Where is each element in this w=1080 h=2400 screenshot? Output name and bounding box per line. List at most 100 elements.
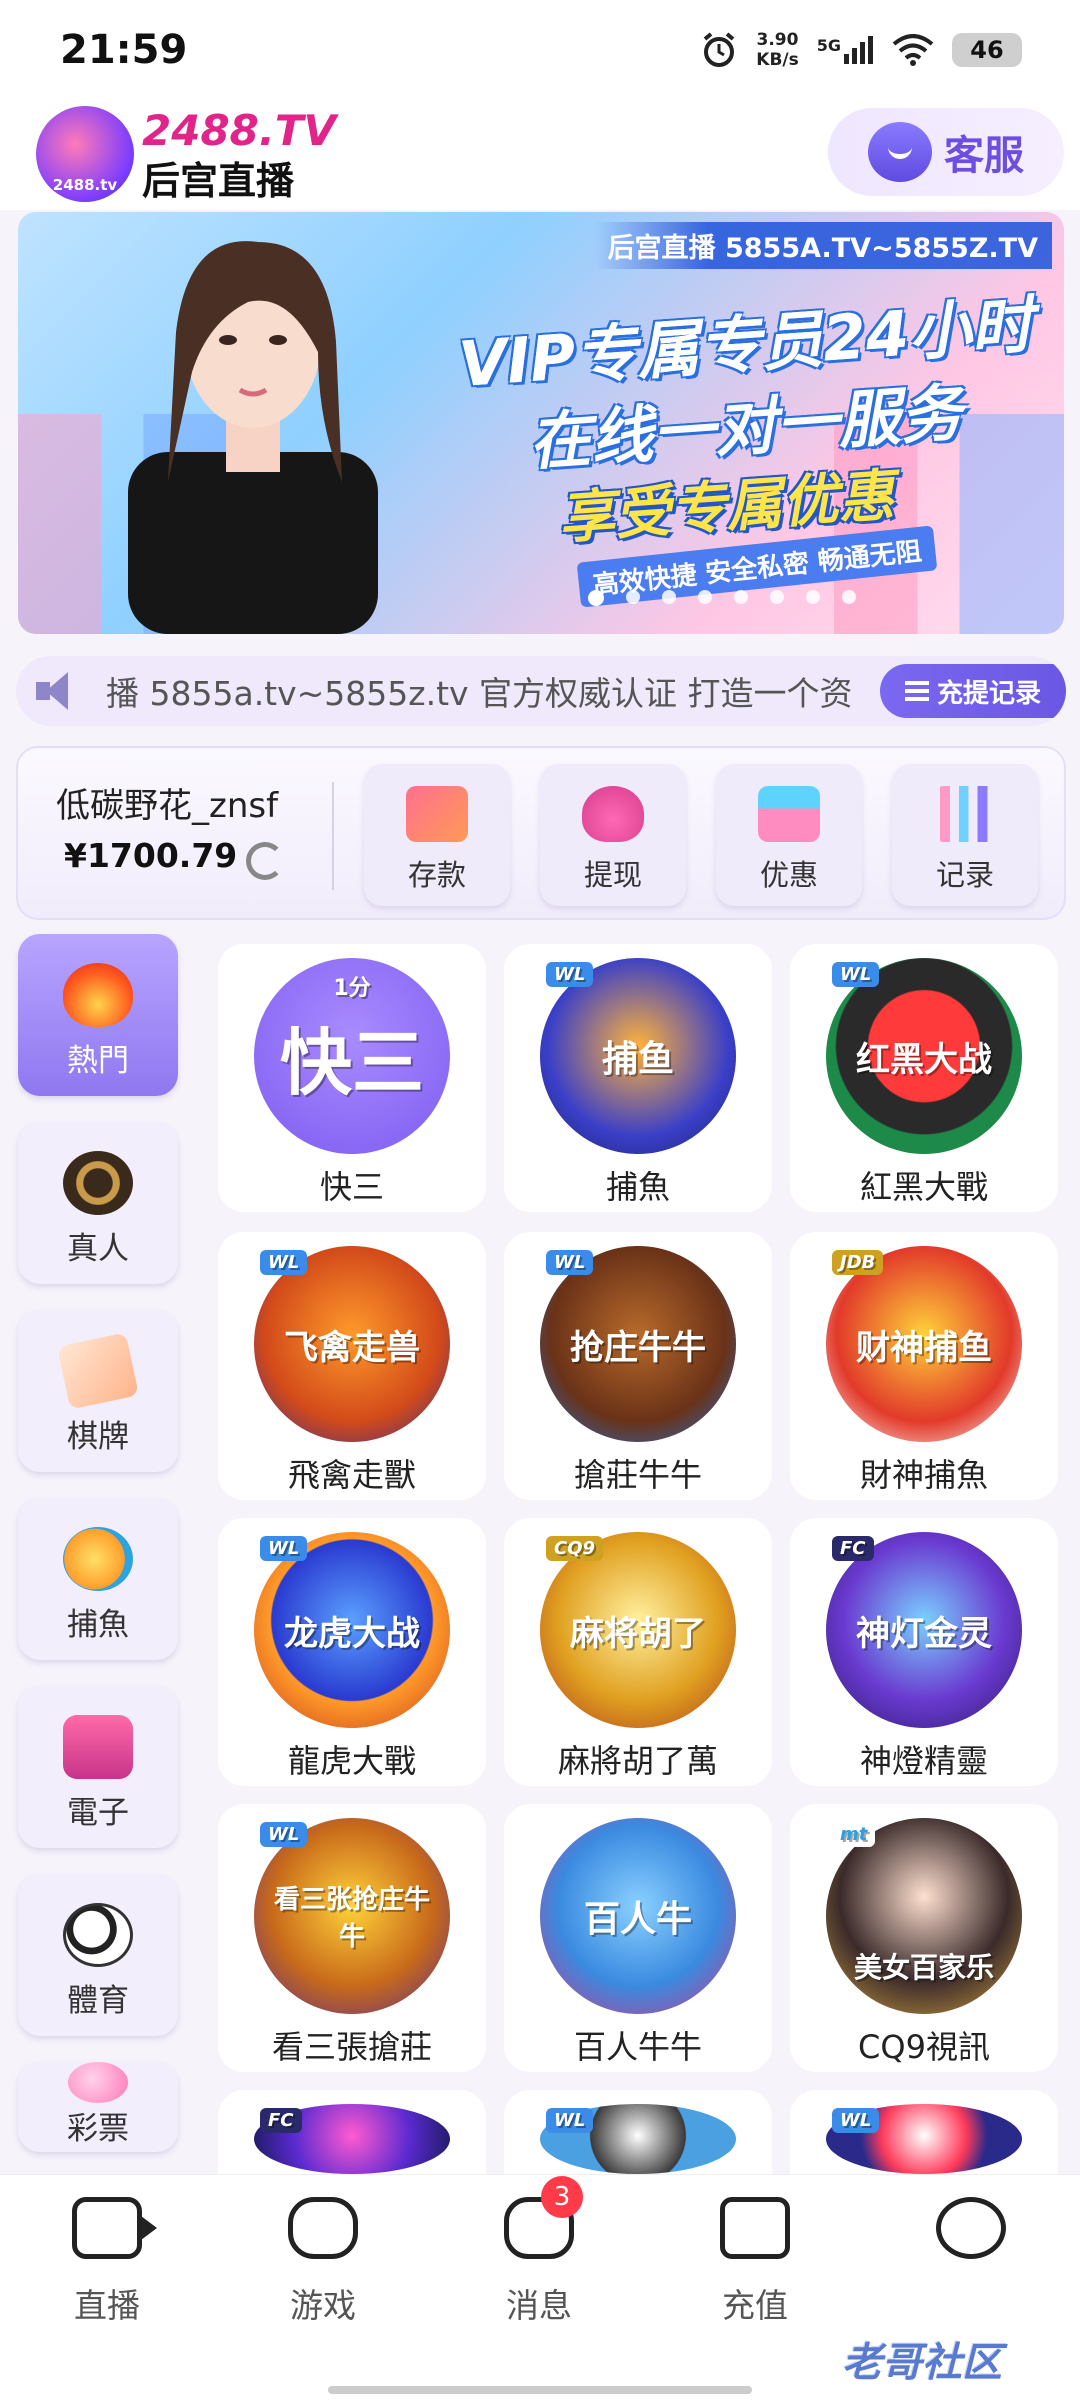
game-icon-text: 百人牛 bbox=[583, 1899, 692, 1940]
playing-card-icon bbox=[57, 1332, 139, 1410]
game-tile-fortune-fishing[interactable]: JDB 财神捕鱼 財神捕魚 bbox=[790, 1232, 1058, 1500]
category-live[interactable]: 真人 bbox=[18, 1122, 178, 1284]
customer-service-label: 客服 bbox=[944, 133, 1024, 179]
game-name: 搶莊牛牛 bbox=[573, 1456, 702, 1494]
announcement-bar[interactable]: 播 5855a.tv~5855z.tv 官方权威认证 打造一个资 充提记录 bbox=[16, 656, 1066, 726]
refresh-icon[interactable] bbox=[246, 842, 284, 880]
game-tile-kuaisan[interactable]: 快三 1分 快三 bbox=[218, 944, 486, 1212]
nav-games[interactable]: 游戏 bbox=[248, 2197, 398, 2327]
game-tile-hundred-bull[interactable]: 百人牛 百人牛牛 bbox=[504, 1804, 772, 2072]
network-type: 5G bbox=[816, 36, 841, 55]
game-icon-text: 麻将胡了 bbox=[570, 1613, 706, 1654]
gamepad-icon bbox=[288, 2197, 358, 2259]
recharge-record-button[interactable]: 充提记录 bbox=[880, 664, 1066, 718]
game-tile-red-black[interactable]: WL 红黑大战 紅黑大戰 bbox=[790, 944, 1058, 1212]
game-icon: JDB 财神捕鱼 bbox=[826, 1246, 1022, 1442]
status-bar: 21:59 3.90 KB/s 5G 46 bbox=[0, 0, 1080, 100]
game-tile-fishing[interactable]: WL 捕鱼 捕魚 bbox=[504, 944, 772, 1212]
gift-icon bbox=[758, 786, 820, 842]
game-tile-cq9-live[interactable]: mt 美女百家乐 CQ9視訊 bbox=[790, 1804, 1058, 2072]
chat-icon: 3 bbox=[504, 2176, 583, 2259]
category-label: 彩票 bbox=[67, 2111, 129, 2147]
game-tile-birds-beasts[interactable]: WL 飞禽走兽 飛禽走獸 bbox=[218, 1232, 486, 1500]
carousel-dot[interactable] bbox=[770, 590, 784, 604]
carousel-dot[interactable] bbox=[662, 590, 676, 604]
game-tile-partial[interactable]: WL bbox=[504, 2090, 772, 2174]
carousel-dot[interactable] bbox=[734, 590, 748, 604]
game-icon-text: 财神捕鱼 bbox=[856, 1327, 992, 1368]
provider-tag: WL bbox=[546, 2108, 594, 2133]
nav-label: 消息 bbox=[506, 2286, 572, 2325]
game-tile-partial[interactable]: WL bbox=[790, 2090, 1058, 2174]
game-name: 紅黑大戰 bbox=[859, 1168, 988, 1206]
carousel-indicator[interactable] bbox=[588, 590, 856, 606]
fire-icon bbox=[63, 963, 133, 1027]
category-cards[interactable]: 棋牌 bbox=[18, 1310, 178, 1472]
category-sports[interactable]: 體育 bbox=[18, 1874, 178, 2036]
speed-value: 3.90 bbox=[756, 30, 799, 50]
nav-live[interactable]: 直播 bbox=[32, 2197, 182, 2327]
withdraw-label: 提现 bbox=[583, 858, 642, 892]
status-time: 21:59 bbox=[60, 27, 188, 73]
game-name: 快三 bbox=[319, 1168, 384, 1206]
speaker-icon bbox=[34, 668, 86, 714]
category-lottery[interactable]: 彩票 bbox=[18, 2062, 178, 2152]
provider-tag: WL bbox=[546, 1250, 594, 1275]
category-hot[interactable]: 熱門 bbox=[18, 934, 178, 1096]
game-tile-dragon-tiger[interactable]: WL 龙虎大战 龍虎大戰 bbox=[218, 1518, 486, 1786]
nav-profile[interactable] bbox=[896, 2197, 1046, 2279]
records-label: 记录 bbox=[935, 858, 994, 892]
signal-icon bbox=[844, 36, 873, 64]
provider-tag: FC bbox=[832, 1536, 874, 1561]
game-tile-mahjong[interactable]: CQ9 麻将胡了 麻將胡了萬 bbox=[504, 1518, 772, 1786]
category-fishing[interactable]: 捕魚 bbox=[18, 1498, 178, 1660]
records-button[interactable]: 记录 bbox=[892, 764, 1038, 906]
withdraw-button[interactable]: 提现 bbox=[540, 764, 686, 906]
wifi-icon bbox=[892, 34, 934, 66]
game-tile-three-card-bull[interactable]: WL 看三张抢庄牛牛 看三張搶莊 bbox=[218, 1804, 486, 2072]
provider-tag: WL bbox=[832, 2108, 880, 2133]
game-icon: WL 抢庄牛牛 bbox=[540, 1246, 736, 1442]
nav-recharge[interactable]: 充值 bbox=[680, 2197, 830, 2327]
category-label: 電子 bbox=[67, 1795, 129, 1831]
carousel-dot[interactable] bbox=[806, 590, 820, 604]
category-label: 棋牌 bbox=[67, 1419, 129, 1455]
game-name: 財神捕魚 bbox=[859, 1456, 988, 1494]
wallet-icon bbox=[720, 2197, 790, 2259]
provider-tag: JDB bbox=[832, 1250, 884, 1275]
deposit-button[interactable]: 存款 bbox=[364, 764, 510, 906]
carousel-dot[interactable] bbox=[698, 590, 712, 604]
carousel-dot[interactable] bbox=[842, 590, 856, 604]
game-icon-text: 红黑大战 bbox=[856, 1039, 992, 1080]
banner-site-tag: 后宫直播 5855A.TV~5855Z.TV bbox=[593, 222, 1052, 269]
customer-service-button[interactable]: 客服 bbox=[828, 108, 1064, 196]
home-indicator[interactable] bbox=[328, 2386, 752, 2394]
provider-tag: WL bbox=[260, 1250, 308, 1275]
deposit-label: 存款 bbox=[407, 858, 466, 892]
game-icon: FC bbox=[254, 2104, 450, 2174]
game-icon-text: 飞禽走兽 bbox=[284, 1327, 420, 1368]
promotions-button[interactable]: 优惠 bbox=[716, 764, 862, 906]
game-tile-partial[interactable]: FC bbox=[218, 2090, 486, 2174]
carousel-dot[interactable] bbox=[588, 590, 604, 606]
carousel-dot[interactable] bbox=[626, 590, 640, 604]
game-icon: WL 看三张抢庄牛牛 bbox=[254, 1818, 450, 2014]
game-icon: mt 美女百家乐 bbox=[826, 1818, 1022, 2014]
username: 低碳野花_znsf bbox=[56, 786, 279, 826]
promo-banner[interactable]: 后宫直播 5855A.TV~5855Z.TV VIP专属专员24小时 在线一对一… bbox=[18, 212, 1064, 634]
game-tile-genie[interactable]: FC 神灯金灵 神燈精靈 bbox=[790, 1518, 1058, 1786]
game-tile-banker-bull[interactable]: WL 抢庄牛牛 搶莊牛牛 bbox=[504, 1232, 772, 1500]
video-camera-icon bbox=[72, 2197, 157, 2259]
provider-tag: WL bbox=[260, 1536, 308, 1561]
provider-tag: WL bbox=[546, 962, 594, 987]
nav-messages[interactable]: 3 消息 bbox=[464, 2176, 614, 2327]
game-icon-text: 捕鱼 bbox=[601, 1039, 674, 1080]
provider-tag: mt bbox=[832, 1822, 876, 1847]
game-icon: 快三 1分 bbox=[254, 958, 450, 1154]
category-slots[interactable]: 電子 bbox=[18, 1686, 178, 1848]
account-card: 低碳野花_znsf ¥1700.79 存款 提现 优惠 记录 bbox=[16, 746, 1066, 920]
game-icon: WL bbox=[826, 2104, 1022, 2174]
game-name: 麻將胡了萬 bbox=[557, 1742, 718, 1780]
unread-badge: 3 bbox=[541, 2176, 583, 2218]
promotions-label: 优惠 bbox=[759, 858, 818, 892]
